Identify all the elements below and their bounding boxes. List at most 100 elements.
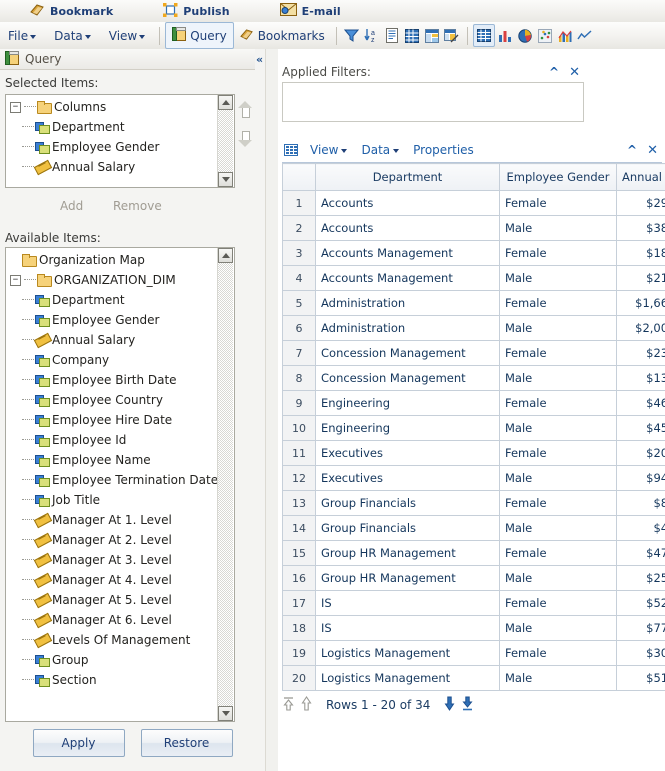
restore-button[interactable]: Restore xyxy=(140,729,233,757)
tree-item[interactable]: Employee Name xyxy=(8,450,217,470)
last-page-down-arrow-icon[interactable] xyxy=(461,696,474,714)
table-row[interactable]: 9EngineeringFemale$466,450 xyxy=(282,390,665,416)
tree-item[interactable]: Manager At 2. Level xyxy=(8,530,217,550)
row-number-cell[interactable]: 13 xyxy=(282,490,316,516)
tree-item[interactable]: Employee Gender xyxy=(8,310,217,330)
scroll-track[interactable] xyxy=(218,263,233,706)
tree-item[interactable]: Company xyxy=(8,350,217,370)
tree-item[interactable]: Job Title xyxy=(8,490,217,510)
prev-page-up-arrow-icon[interactable] xyxy=(300,696,313,714)
row-number-cell[interactable]: 17 xyxy=(282,590,316,616)
grid-menu-properties[interactable]: Properties xyxy=(407,143,480,157)
collapse-toggle-icon[interactable]: − xyxy=(10,101,21,113)
table-row[interactable]: 17ISFemale$526,835 xyxy=(282,590,665,616)
scatter-chart-icon[interactable] xyxy=(535,25,555,46)
tree-item[interactable]: Manager At 3. Level xyxy=(8,550,217,570)
row-number-cell[interactable]: 12 xyxy=(282,465,316,491)
table-row[interactable]: 1AccountsFemale$297,815 xyxy=(282,190,665,216)
column-header-department[interactable]: Department xyxy=(315,163,500,191)
table-row[interactable]: 13Group FinancialsFemale$89,460 xyxy=(282,490,665,516)
tree-item[interactable]: − ORGANIZATION_DIM xyxy=(8,270,217,290)
tree-item[interactable]: Employee Hire Date xyxy=(8,410,217,430)
collapse-left-panel-button[interactable]: « xyxy=(252,49,265,69)
column-header-employee-gender[interactable]: Employee Gender xyxy=(499,163,617,191)
table-row[interactable]: 12ExecutivesMale$945,445 xyxy=(282,465,665,491)
table-row[interactable]: 8Concession ManagementMale$138,600 xyxy=(282,365,665,391)
tree-item[interactable]: Manager At 4. Level xyxy=(8,570,217,590)
table-row[interactable]: 6AdministrationMale$2,008,225 xyxy=(282,315,665,341)
row-number-cell[interactable]: 9 xyxy=(282,390,316,416)
table-row[interactable]: 16Group HR ManagementMale$250,735 xyxy=(282,565,665,591)
table-view-icon[interactable] xyxy=(472,24,495,47)
tree-item[interactable]: Manager At 5. Level xyxy=(8,590,217,610)
row-number-cell[interactable]: 7 xyxy=(282,340,316,366)
tree-item[interactable]: Department xyxy=(8,290,217,310)
tab-query[interactable]: Query xyxy=(165,22,234,49)
email-button[interactable]: E-mail xyxy=(270,1,353,21)
text-report-icon[interactable] xyxy=(382,25,402,46)
row-number-cell[interactable]: 1 xyxy=(282,190,316,216)
table-row[interactable]: 20Logistics ManagementMale$518,240 xyxy=(282,665,665,691)
tree-item[interactable]: Employee Id xyxy=(8,430,217,450)
row-number-cell[interactable]: 20 xyxy=(282,665,316,691)
row-number-cell[interactable]: 2 xyxy=(282,215,316,241)
move-up-button[interactable] xyxy=(238,101,252,118)
scroll-down-button[interactable] xyxy=(218,706,233,721)
line-chart-icon[interactable] xyxy=(575,25,595,46)
apply-button[interactable]: Apply xyxy=(32,729,125,757)
row-number-cell[interactable]: 11 xyxy=(282,440,316,466)
add-button[interactable]: Add xyxy=(60,199,83,213)
row-number-cell[interactable]: 4 xyxy=(282,265,316,291)
menu-file[interactable]: File xyxy=(0,23,45,48)
row-number-cell[interactable]: 15 xyxy=(282,540,316,566)
table-row[interactable]: 4Accounts ManagementMale$211,460 xyxy=(282,265,665,291)
row-number-cell[interactable]: 8 xyxy=(282,365,316,391)
next-page-down-arrow-icon[interactable] xyxy=(443,696,456,714)
first-page-up-arrow-icon[interactable] xyxy=(282,696,295,714)
tree-item[interactable]: Employee Gender xyxy=(8,137,217,157)
table-row[interactable]: 14Group FinancialsMale$42,605 xyxy=(282,515,665,541)
grid-menu-view[interactable]: View xyxy=(304,143,353,157)
row-number-cell[interactable]: 14 xyxy=(282,515,316,541)
tree-item[interactable]: Manager At 1. Level xyxy=(8,510,217,530)
row-number-cell[interactable]: 10 xyxy=(282,415,316,441)
table-row[interactable]: 7Concession ManagementFemale$233,625 xyxy=(282,340,665,366)
remove-button[interactable]: Remove xyxy=(113,199,162,213)
close-icon[interactable]: ✕ xyxy=(647,143,658,158)
scroll-up-button[interactable] xyxy=(218,248,233,263)
tree-item[interactable]: Levels Of Management xyxy=(8,630,217,650)
selected-items-tree[interactable]: − Columns Department Employee Gender Annual … xyxy=(5,94,235,188)
sort-az-icon[interactable]: az xyxy=(362,25,382,46)
selected-items-scrollbar[interactable] xyxy=(217,95,234,187)
chevron-up-icon[interactable]: ^ xyxy=(627,143,637,157)
tree-item[interactable]: Annual Salary xyxy=(8,157,217,177)
row-number-cell[interactable]: 3 xyxy=(282,240,316,266)
chevron-up-icon[interactable]: ^ xyxy=(549,65,559,79)
bar-chart-icon[interactable] xyxy=(495,25,515,46)
row-number-cell[interactable]: 18 xyxy=(282,615,316,641)
table-row[interactable]: 15Group HR ManagementFemale$477,675 xyxy=(282,540,665,566)
table-edit-icon[interactable] xyxy=(442,25,462,46)
tree-item[interactable]: Employee Termination Date xyxy=(8,470,217,490)
row-number-cell[interactable]: 6 xyxy=(282,315,316,341)
column-header-annual-salary[interactable]: Annual Salary xyxy=(616,163,665,191)
close-icon[interactable]: ✕ xyxy=(569,65,580,80)
scroll-track[interactable] xyxy=(218,110,233,172)
move-down-button[interactable] xyxy=(238,131,252,147)
row-number-cell[interactable]: 19 xyxy=(282,640,316,666)
scroll-down-button[interactable] xyxy=(218,172,233,187)
tab-bookmarks[interactable]: Bookmarks xyxy=(234,23,331,48)
publish-button[interactable]: Publish xyxy=(153,1,241,21)
available-items-scrollbar[interactable] xyxy=(217,248,234,721)
filter-icon[interactable] xyxy=(342,25,362,46)
bookmark-button[interactable]: Bookmark xyxy=(20,1,125,21)
menu-view[interactable]: View xyxy=(100,23,154,48)
tree-item[interactable]: Employee Birth Date xyxy=(8,370,217,390)
combo-chart-icon[interactable] xyxy=(555,25,575,46)
tree-item[interactable]: Group xyxy=(8,650,217,670)
table-row[interactable]: 10EngineeringMale$457,830 xyxy=(282,415,665,441)
tree-item[interactable]: Manager At 6. Level xyxy=(8,610,217,630)
tree-item[interactable]: Department xyxy=(8,117,217,137)
crosstab-icon[interactable] xyxy=(402,25,422,46)
table-chart-icon[interactable] xyxy=(422,25,442,46)
